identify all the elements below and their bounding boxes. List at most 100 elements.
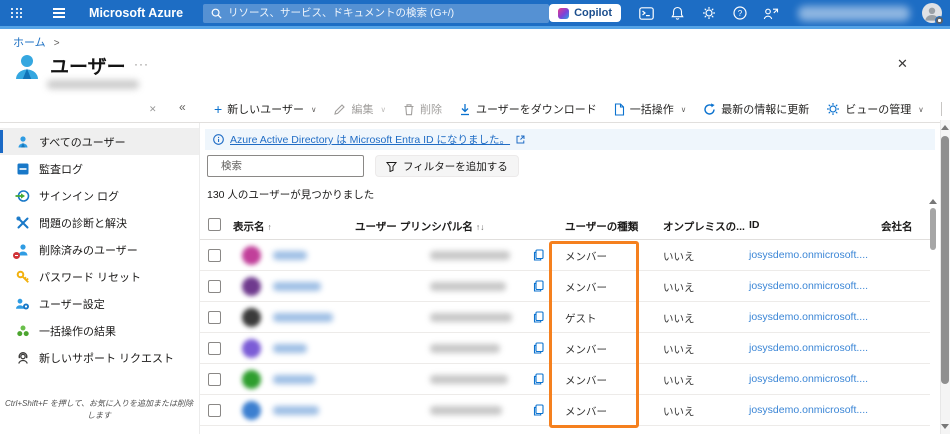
bulk-operations-button[interactable]: 一括操作 ∨ <box>614 101 687 117</box>
help-button[interactable]: ? <box>724 6 755 20</box>
svg-text:?: ? <box>737 9 742 18</box>
search-icon <box>211 8 222 19</box>
delete-button[interactable]: 削除 <box>403 101 442 117</box>
copilot-label: Copilot <box>574 7 612 19</box>
id-link[interactable]: josysdemo.onmicrosoft.... <box>749 280 868 292</box>
feedback-button[interactable] <box>755 7 786 20</box>
column-header-upn[interactable]: ユーザー プリンシパル名↑↓ <box>355 219 484 234</box>
user-search-box[interactable] <box>207 155 364 177</box>
row-checkbox[interactable] <box>208 280 221 293</box>
topbar-actions: Copilot ? <box>549 3 942 23</box>
id-link[interactable]: josysdemo.onmicrosoft.... <box>749 249 868 261</box>
table-row[interactable]: メンバー いいえ josysdemo.onmicrosoft.... <box>200 240 930 271</box>
account-info-redacted <box>798 6 910 21</box>
menu-dismiss-icon[interactable]: ✕ <box>149 104 157 115</box>
refresh-button[interactable]: 最新の情報に更新 <box>703 101 809 117</box>
table-scrollbar-thumb[interactable] <box>930 208 936 250</box>
copy-icon[interactable] <box>533 403 544 421</box>
notifications-button[interactable] <box>662 6 693 20</box>
row-checkbox[interactable] <box>208 342 221 355</box>
on-premises-cell: いいえ <box>663 280 695 295</box>
column-header-user-type[interactable]: ユーザーの種類 <box>565 219 638 234</box>
id-link[interactable]: josysdemo.onmicrosoft.... <box>749 342 868 354</box>
add-filter-button[interactable]: フィルターを追加する <box>375 155 519 177</box>
row-checkbox[interactable] <box>208 373 221 386</box>
display-name-redacted[interactable] <box>273 282 321 291</box>
select-all-checkbox[interactable] <box>208 218 221 231</box>
azure-brand[interactable]: Microsoft Azure <box>89 6 183 20</box>
upn-redacted <box>430 251 510 260</box>
on-premises-cell: いいえ <box>663 311 695 326</box>
sidebar-item-audit-logs[interactable]: 監査ログ <box>0 155 199 182</box>
column-header-id[interactable]: ID <box>749 219 760 231</box>
column-header-on-premises[interactable]: オンプレミスの... <box>663 219 745 234</box>
global-search[interactable] <box>203 4 549 23</box>
row-checkbox[interactable] <box>208 311 221 324</box>
display-name-redacted[interactable] <box>273 251 307 260</box>
sidebar-item-diagnose-solve[interactable]: 問題の診断と解決 <box>0 209 199 236</box>
copilot-button[interactable]: Copilot <box>549 4 621 22</box>
table-row[interactable]: メンバー いいえ josysdemo.onmicrosoft.... <box>200 395 930 426</box>
copy-icon[interactable] <box>533 310 544 328</box>
new-user-button[interactable]: + 新しいユーザー ∨ <box>214 101 316 117</box>
id-link[interactable]: josysdemo.onmicrosoft.... <box>749 311 868 323</box>
column-header-company[interactable]: 会社名 <box>881 219 913 234</box>
display-name-redacted[interactable] <box>273 313 333 322</box>
menu-collapse-icon[interactable]: « <box>179 100 186 114</box>
sidebar-item-user-settings[interactable]: ユーザー設定 <box>0 290 199 317</box>
global-search-input[interactable] <box>228 7 541 19</box>
table-row[interactable]: メンバー いいえ josysdemo.onmicrosoft.... <box>200 271 930 302</box>
sidebar-item-password-reset[interactable]: パスワード リセット <box>0 263 199 290</box>
chevron-down-icon: ∨ <box>311 105 317 114</box>
row-checkbox[interactable] <box>208 249 221 262</box>
settings-button[interactable] <box>693 6 724 20</box>
chevron-down-icon: ∨ <box>918 105 924 114</box>
display-name-redacted[interactable] <box>273 406 319 415</box>
user-settings-icon <box>15 296 30 311</box>
table-row[interactable]: メンバー いいえ josysdemo.onmicrosoft.... <box>200 364 930 395</box>
sidebar-item-deleted-users[interactable]: 削除済みのユーザー <box>0 236 199 263</box>
table-scrollbar-up-arrow[interactable] <box>929 199 937 204</box>
close-icon[interactable]: ✕ <box>897 56 908 72</box>
avatar[interactable] <box>922 3 942 23</box>
sidebar-item-signin-logs[interactable]: サインイン ログ <box>0 182 199 209</box>
sort-both-icon: ↑↓ <box>476 222 485 232</box>
id-link[interactable]: josysdemo.onmicrosoft.... <box>749 404 868 416</box>
sidebar-item-label: 一括操作の結果 <box>39 323 116 339</box>
row-checkbox[interactable] <box>208 404 221 417</box>
copy-icon[interactable] <box>533 248 544 266</box>
manage-views-button[interactable]: ビューの管理 ∨ <box>826 101 924 117</box>
favorites-hint: Ctrl+Shift+F を押して、お気に入りを追加または削除します <box>2 398 196 422</box>
table-row[interactable]: ゲスト いいえ josysdemo.onmicrosoft.... <box>200 302 930 333</box>
column-header-display-name[interactable]: 表示名↑ <box>233 219 272 234</box>
display-name-redacted[interactable] <box>273 375 315 384</box>
display-name-redacted[interactable] <box>273 344 307 353</box>
cloud-shell-button[interactable] <box>631 7 662 20</box>
page-scrollbar-down-arrow[interactable] <box>941 424 949 429</box>
refresh-icon <box>703 103 716 116</box>
sign-in-icon <box>15 188 30 203</box>
waffle-icon[interactable] <box>11 8 23 18</box>
copy-icon[interactable] <box>533 279 544 297</box>
copy-icon[interactable] <box>533 372 544 390</box>
hamburger-icon[interactable] <box>53 8 65 18</box>
id-link[interactable]: josysdemo.onmicrosoft.... <box>749 373 868 385</box>
breadcrumb-home-link[interactable]: ホーム <box>13 37 46 49</box>
download-users-button[interactable]: ユーザーをダウンロード <box>459 101 597 117</box>
copy-icon[interactable] <box>533 341 544 359</box>
copilot-icon <box>558 8 569 19</box>
user-search-input[interactable] <box>221 160 356 172</box>
page-scrollbar-thumb[interactable] <box>941 136 949 384</box>
sidebar-item-all-users[interactable]: すべてのユーザー <box>0 128 199 155</box>
edit-button[interactable]: 編集 ∨ <box>333 101 386 117</box>
table-row[interactable]: メンバー いいえ josysdemo.onmicrosoft.... <box>200 333 930 364</box>
title-overflow-icon[interactable]: ··· <box>134 57 149 71</box>
sidebar-item-bulk-results[interactable]: 一括操作の結果 <box>0 317 199 344</box>
user-type-cell: メンバー <box>565 342 607 357</box>
page-title: ユーザー <box>50 52 126 79</box>
sidebar-item-label: サインイン ログ <box>39 188 119 204</box>
page-scrollbar-up-arrow[interactable] <box>941 125 949 130</box>
sidebar-item-new-support-request[interactable]: 新しいサポート リクエスト <box>0 344 199 371</box>
on-premises-cell: いいえ <box>663 342 695 357</box>
entra-banner-link[interactable]: Azure Active Directory は Microsoft Entra… <box>230 132 510 147</box>
